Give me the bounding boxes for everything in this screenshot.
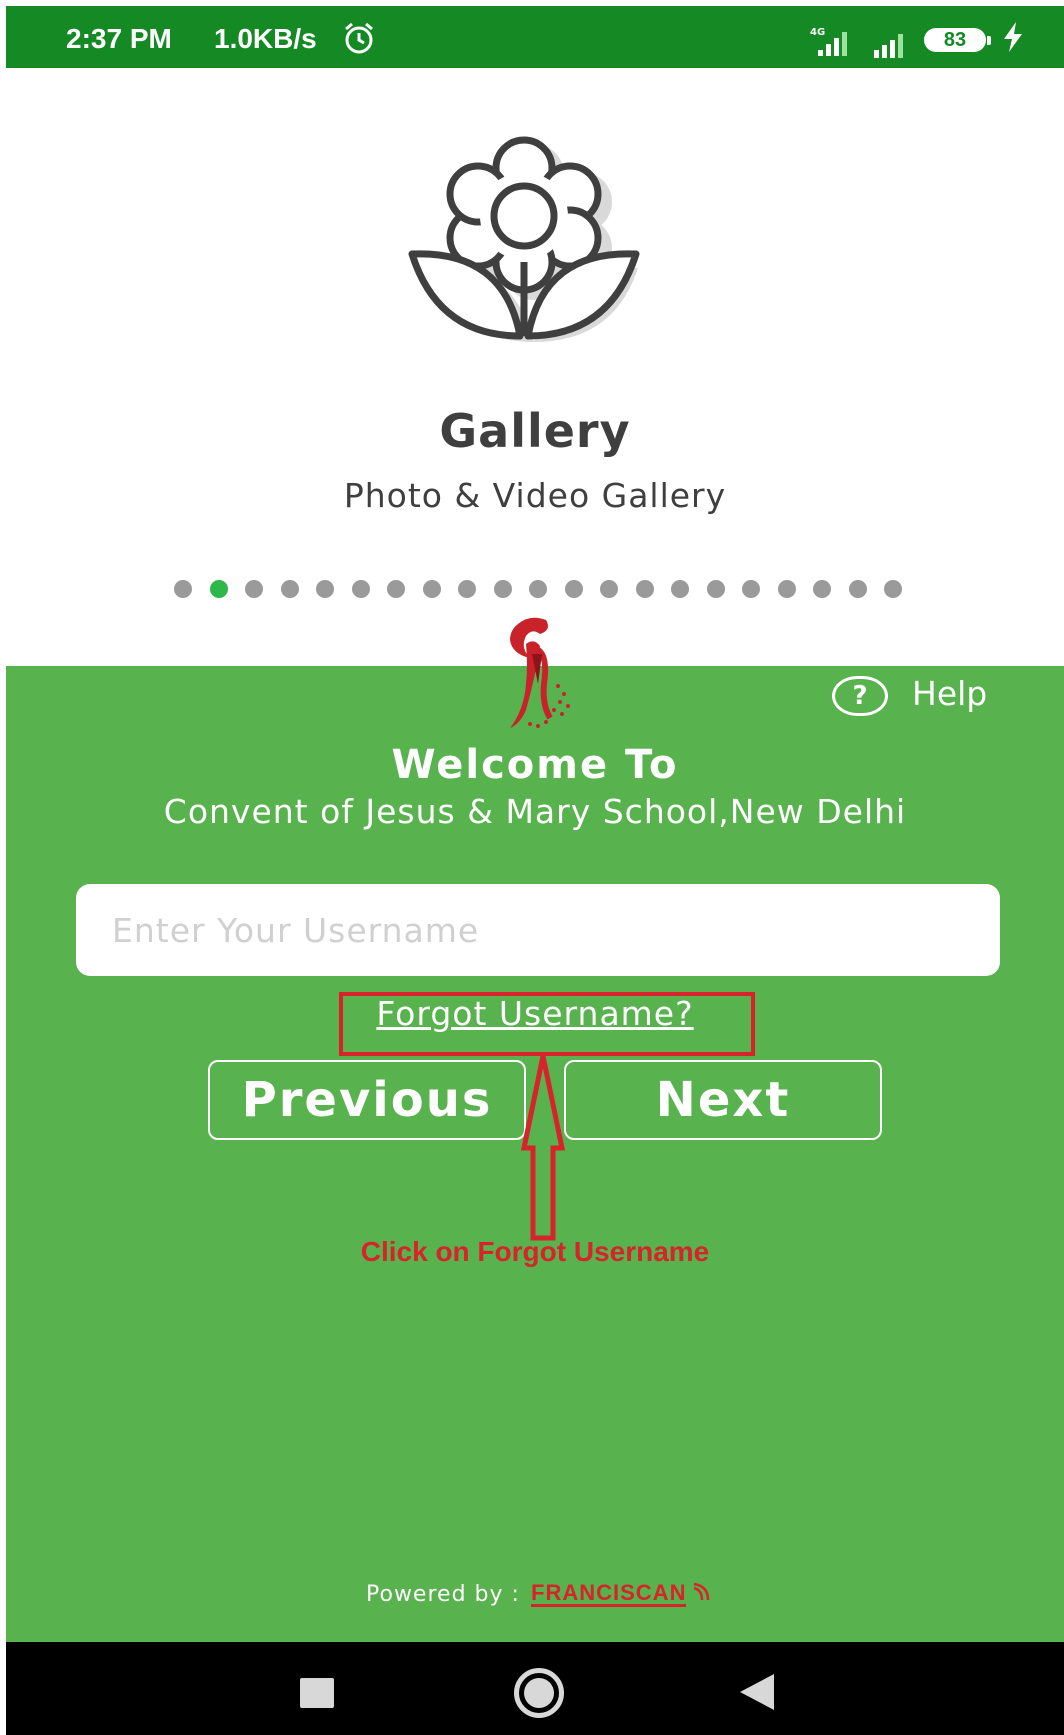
recent-apps-button[interactable] xyxy=(300,1678,334,1708)
back-button[interactable] xyxy=(740,1674,774,1710)
powered-by: Powered by : FRANCISCAN xyxy=(366,1582,712,1618)
annotation-arrow-icon xyxy=(520,1055,566,1241)
status-bar: 2:37 PM 1.0KB/s 4G 83 xyxy=(6,6,1064,68)
battery-level: 83 xyxy=(943,29,967,51)
signal-icon xyxy=(874,34,903,58)
alarm-icon xyxy=(345,22,373,54)
next-button[interactable]: Next xyxy=(564,1060,882,1140)
page-dot xyxy=(884,580,902,598)
page-dot xyxy=(848,580,867,598)
charging-icon xyxy=(1004,22,1022,52)
network-type: 4G xyxy=(810,27,825,38)
page-dot xyxy=(351,580,370,598)
school-logo xyxy=(510,617,570,728)
gallery-flower-icon xyxy=(408,136,640,342)
page-dot xyxy=(742,580,760,598)
page-dot xyxy=(635,580,654,598)
page-dot xyxy=(493,580,512,598)
page-dot xyxy=(209,580,228,598)
status-time: 2:37 PM xyxy=(66,23,172,54)
signal-4g-icon: 4G xyxy=(810,27,847,56)
page-dot xyxy=(458,580,476,598)
page-dot xyxy=(280,580,299,598)
page-dot xyxy=(387,580,405,598)
page-dot xyxy=(671,580,689,598)
navigation-bar xyxy=(6,1642,1064,1735)
page-dot xyxy=(600,580,618,598)
welcome-heading: Welcome To xyxy=(391,742,679,788)
page-indicator xyxy=(174,580,902,600)
question-icon: ? xyxy=(832,676,888,716)
page-dot xyxy=(529,580,547,598)
franciscan-logo: FRANCISCAN xyxy=(531,1580,687,1607)
network-speed: 1.0KB/s xyxy=(214,23,317,54)
home-button[interactable] xyxy=(514,1668,564,1718)
school-name: Convent of Jesus & Mary School,New Delhi xyxy=(163,792,907,831)
wifi-signal-icon xyxy=(693,1582,709,1601)
forgot-username-link[interactable]: Forgot Username? xyxy=(6,994,1064,1033)
page-title: Gallery xyxy=(439,404,631,458)
powered-by-label: Powered by : xyxy=(366,1582,520,1607)
page-dot xyxy=(422,580,441,598)
page-dot xyxy=(813,580,831,598)
page-subtitle: Photo & Video Gallery xyxy=(343,476,727,515)
help-label: Help xyxy=(912,674,988,713)
annotation-text: Click on Forgot Username xyxy=(360,1236,710,1267)
app-screen: 2:37 PM 1.0KB/s 4G 83 Gallery Photo & Vi… xyxy=(6,6,1064,1735)
page-dot xyxy=(174,580,192,598)
page-dot xyxy=(316,580,334,598)
page-dot xyxy=(706,580,725,598)
page-dot xyxy=(245,580,263,598)
page-dot xyxy=(777,580,796,598)
battery-icon: 83 xyxy=(924,28,991,52)
previous-button[interactable]: Previous xyxy=(208,1060,526,1140)
page-dot xyxy=(564,580,583,598)
username-input[interactable] xyxy=(76,884,1000,976)
